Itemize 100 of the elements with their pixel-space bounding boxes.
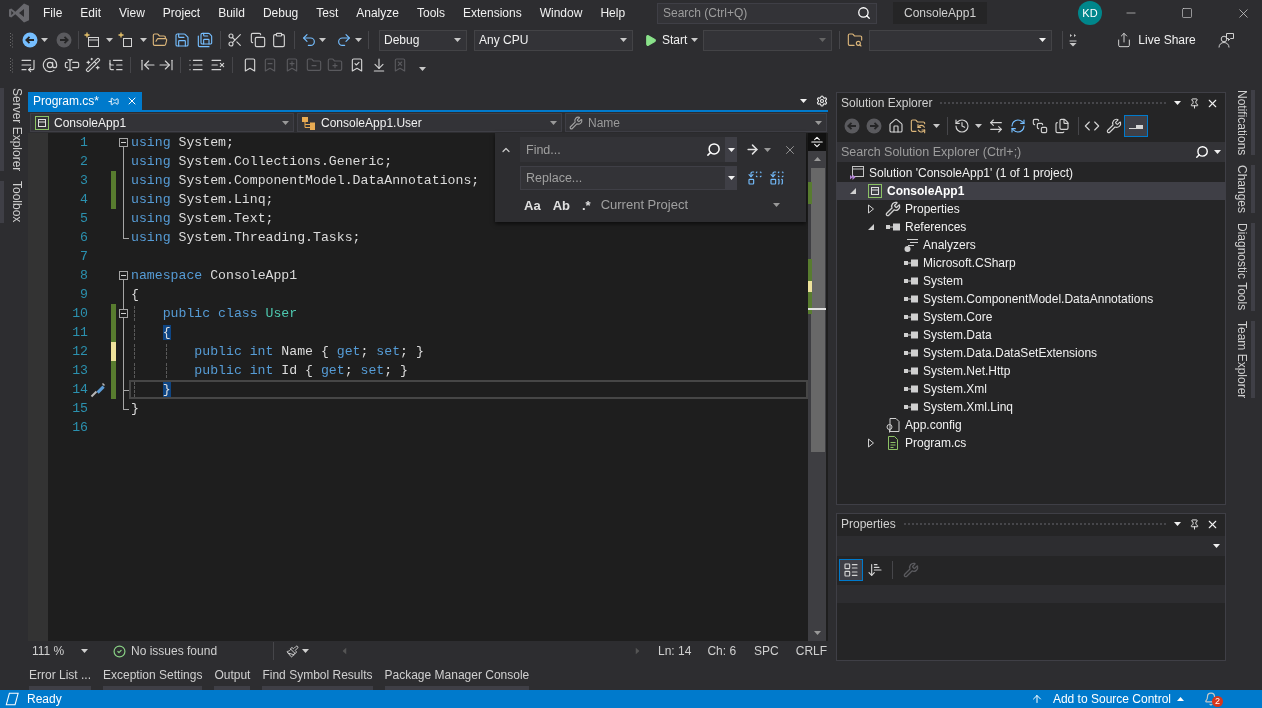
replace-all-icon[interactable] <box>769 170 785 186</box>
caret-icon[interactable] <box>800 99 807 103</box>
search-button[interactable] <box>701 137 725 162</box>
menu-item[interactable]: Test <box>307 3 348 23</box>
bookmark-check-icon[interactable] <box>349 57 365 73</box>
platform-dropdown[interactable]: Any CPU <box>474 29 633 51</box>
window-sparkle-icon[interactable] <box>84 32 100 48</box>
whole-word-button[interactable]: Ab <box>548 195 574 215</box>
tree-item[interactable]: App.config <box>867 416 968 434</box>
collapse-icon[interactable] <box>119 271 128 280</box>
triangle-icon[interactable] <box>849 187 857 195</box>
line-ending-mode[interactable]: CRLF <box>795 642 828 660</box>
live-share-button[interactable]: Live Share <box>1116 29 1196 51</box>
stacked-squares-icon[interactable] <box>1032 118 1048 134</box>
wrench-icon[interactable] <box>1106 118 1122 134</box>
replace-icon[interactable] <box>747 170 763 186</box>
menu-item[interactable]: Edit <box>71 3 111 23</box>
bell-icon[interactable] <box>1204 692 1218 706</box>
open-folder-icon[interactable] <box>152 32 168 48</box>
dock-tab[interactable]: Notifications <box>1233 90 1255 156</box>
save-all-icon[interactable] <box>197 32 213 48</box>
split-handle[interactable] <box>808 133 826 151</box>
menu-item[interactable]: Help <box>591 3 635 23</box>
caret-icon[interactable] <box>140 38 147 42</box>
dock-tab[interactable]: Changes <box>1233 165 1255 214</box>
at-sign-icon[interactable] <box>42 57 58 73</box>
caret-icon[interactable] <box>319 38 326 42</box>
list-x-icon[interactable] <box>210 57 226 73</box>
tree-item[interactable]: Program.cs <box>867 434 973 452</box>
scroll-up-icon[interactable] <box>814 157 821 161</box>
categorized-button[interactable] <box>839 558 863 581</box>
match-case-button[interactable]: Aa <box>520 195 545 215</box>
zoom-dropdown[interactable]: 111 % <box>30 643 92 659</box>
clipboard-icon[interactable] <box>271 32 287 48</box>
screwdriver-icon[interactable] <box>90 381 106 398</box>
copy-icon[interactable] <box>250 32 266 48</box>
tree-item[interactable]: Solution 'ConsoleApp1' (1 of 1 project) <box>849 164 1080 182</box>
configuration-dropdown[interactable]: Debug <box>379 29 467 51</box>
caret-icon[interactable] <box>1174 522 1181 526</box>
list-icon[interactable] <box>188 57 204 73</box>
tree-item[interactable]: System.Core <box>885 308 999 326</box>
tree-item[interactable]: Analyzers <box>885 236 982 254</box>
grip-icon[interactable] <box>10 57 14 73</box>
save-icon[interactable] <box>174 32 190 48</box>
menu-item[interactable]: Analyze <box>347 3 408 23</box>
scroll-down-icon[interactable] <box>814 631 821 635</box>
swap-arrows-icon[interactable] <box>988 118 1004 134</box>
arrow-down-line-icon[interactable] <box>371 57 387 73</box>
tree-item[interactable]: Microsoft.CSharp <box>885 254 1022 272</box>
files-icon[interactable] <box>1054 118 1070 134</box>
arrow-right-line-icon[interactable] <box>158 57 174 73</box>
settings-icon[interactable] <box>816 95 828 107</box>
back-arrow-icon[interactable] <box>22 32 38 48</box>
dropdown-button[interactable] <box>725 166 737 190</box>
menu-item[interactable]: Project <box>153 3 210 23</box>
search-field[interactable]: Search Solution Explorer (Ctrl+;) <box>837 142 1189 162</box>
menu-item[interactable]: Tools <box>407 3 454 23</box>
collapse-icon[interactable] <box>119 309 128 318</box>
square-sparkle-icon[interactable] <box>118 32 134 48</box>
grip-icon[interactable] <box>10 32 14 48</box>
code-icon[interactable] <box>1084 118 1100 134</box>
caret-icon[interactable] <box>419 67 426 71</box>
person-speech-icon[interactable] <box>1217 32 1234 48</box>
menu-item[interactable]: File <box>34 3 72 23</box>
dock-tab[interactable]: Team Explorer <box>1233 320 1255 398</box>
pin-icon[interactable] <box>1189 518 1200 530</box>
vertical-scrollbar[interactable] <box>808 151 826 641</box>
project-dropdown[interactable]: ConsoleApp1 <box>30 113 294 132</box>
tree-item[interactable]: Properties <box>867 200 966 218</box>
folder-search-icon[interactable] <box>847 32 864 48</box>
folder-sync-icon[interactable] <box>910 118 926 134</box>
caret-icon[interactable] <box>106 38 113 42</box>
source-control-button[interactable]: Add to Source Control <box>1030 690 1184 708</box>
menu-item[interactable]: Extensions <box>454 3 531 23</box>
dropdown-field[interactable] <box>703 29 833 51</box>
pin-icon[interactable] <box>1189 97 1200 109</box>
scissors-icon[interactable] <box>227 32 243 48</box>
list-arrow-icon[interactable] <box>20 57 36 73</box>
dropdown-button[interactable] <box>725 137 737 162</box>
undo-icon[interactable] <box>301 32 317 48</box>
regex-button[interactable]: .* <box>577 195 595 215</box>
menu-item[interactable]: Window <box>530 3 592 23</box>
redo-icon[interactable] <box>336 32 352 48</box>
caret-icon[interactable] <box>691 38 699 42</box>
dropdown-field[interactable] <box>869 29 1053 51</box>
tree-item[interactable]: References <box>867 218 973 236</box>
caret-icon[interactable] <box>933 124 940 128</box>
caret-icon[interactable] <box>355 38 362 42</box>
brush-icon[interactable] <box>286 644 299 658</box>
scope-dropdown[interactable]: Current Project <box>600 195 780 215</box>
wand-icon[interactable] <box>85 57 101 73</box>
caret-icon[interactable] <box>1174 101 1181 105</box>
triangle-icon[interactable] <box>867 223 875 231</box>
replace-field[interactable]: Replace... <box>520 166 725 190</box>
refresh-icon[interactable] <box>1010 118 1026 134</box>
bookmark-icon[interactable] <box>242 57 258 73</box>
tree-item[interactable]: System.Net.Http <box>885 362 1017 380</box>
type-dropdown[interactable]: ConsoleApp1.User <box>297 113 562 132</box>
arrow-left-line-icon[interactable] <box>140 57 156 73</box>
tree-item[interactable]: ConsoleApp1 <box>837 182 1225 200</box>
